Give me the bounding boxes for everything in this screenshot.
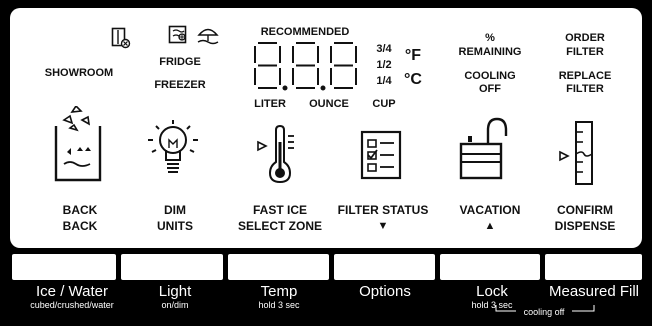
showroom-label: SHOWROOM (44, 67, 114, 79)
freezer-label: FREEZER (154, 79, 206, 91)
units-label: UNITS (157, 219, 193, 233)
back-label-2: BACK (62, 219, 98, 233)
lock-label: Lock (476, 283, 508, 300)
measured-fill-button-label: Measured Fill (540, 284, 648, 300)
vacation-label: VACATION (459, 203, 521, 217)
options-button-label: Options (340, 284, 430, 300)
fridge-air-icon (168, 25, 187, 44)
liter-label: LITER (254, 98, 286, 110)
fraction-1-2-label: 1/2 (376, 59, 392, 71)
temp-label: Temp (260, 283, 298, 300)
lock-button[interactable] (440, 254, 540, 280)
door-open-icon (111, 27, 131, 49)
up-arrow-icon: ▲ (484, 220, 496, 232)
filter-status-label: FILTER STATUS (337, 203, 429, 217)
down-arrow-icon: ▼ (377, 220, 389, 232)
sabbath-umbrella-icon (197, 28, 219, 45)
seven-segment-display (254, 42, 357, 91)
percent-label: % (485, 32, 495, 44)
order-label: ORDER (565, 32, 605, 44)
celsius-label: °C (404, 71, 422, 88)
dim-label: DIM (164, 203, 186, 217)
measured-fill-label: Measured Fill (548, 283, 640, 300)
order-filter-label: FILTER (566, 46, 604, 58)
thermometer-icon (257, 124, 294, 184)
remaining-label: REMAINING (458, 46, 522, 58)
fraction-3-4-label: 3/4 (376, 43, 392, 55)
ice-water-sub-label: cubed/crushed/water (30, 300, 114, 310)
replace-filter-label: FILTER (566, 83, 604, 95)
light-label: Light (158, 283, 192, 300)
cooling-off-label: cooling off (523, 307, 565, 317)
measured-fill-icon (559, 121, 593, 185)
ounce-label: OUNCE (309, 98, 349, 110)
temp-button[interactable] (228, 254, 329, 280)
light-sub-label: on/dim (161, 300, 189, 310)
fahrenheit-label: °F (404, 47, 422, 64)
ice-water-button[interactable] (12, 254, 116, 280)
measured-fill-button[interactable] (545, 254, 642, 280)
select-zone-label: SELECT ZONE (237, 219, 322, 233)
fridge-label: FRIDGE (159, 56, 201, 68)
temp-sub-label: hold 3 sec (258, 300, 300, 310)
cup-label: CUP (372, 98, 396, 110)
recommended-label: RECOMMENDED (260, 26, 350, 38)
ice-water-button-label: Ice / Water cubed/crushed/water (12, 283, 132, 311)
light-button-label: Light on/dim (130, 283, 220, 311)
ice-glass-icon (54, 106, 102, 182)
fraction-1-4-label: 1/4 (376, 75, 392, 87)
off-label: OFF (479, 83, 501, 95)
options-button[interactable] (334, 254, 435, 280)
fast-ice-label: FAST ICE (252, 203, 307, 217)
ice-water-label: Ice / Water (36, 283, 108, 300)
light-button[interactable] (121, 254, 223, 280)
checklist-icon (360, 130, 402, 180)
temp-button-label: Temp hold 3 sec (234, 283, 324, 311)
dispense-label: DISPENSE (554, 219, 616, 233)
options-label: Options (359, 283, 411, 300)
unlocked-padlock-icon (459, 117, 508, 180)
confirm-label: CONFIRM (557, 203, 613, 217)
back-label-1: BACK (62, 203, 98, 217)
light-bulb-icon (148, 120, 198, 173)
